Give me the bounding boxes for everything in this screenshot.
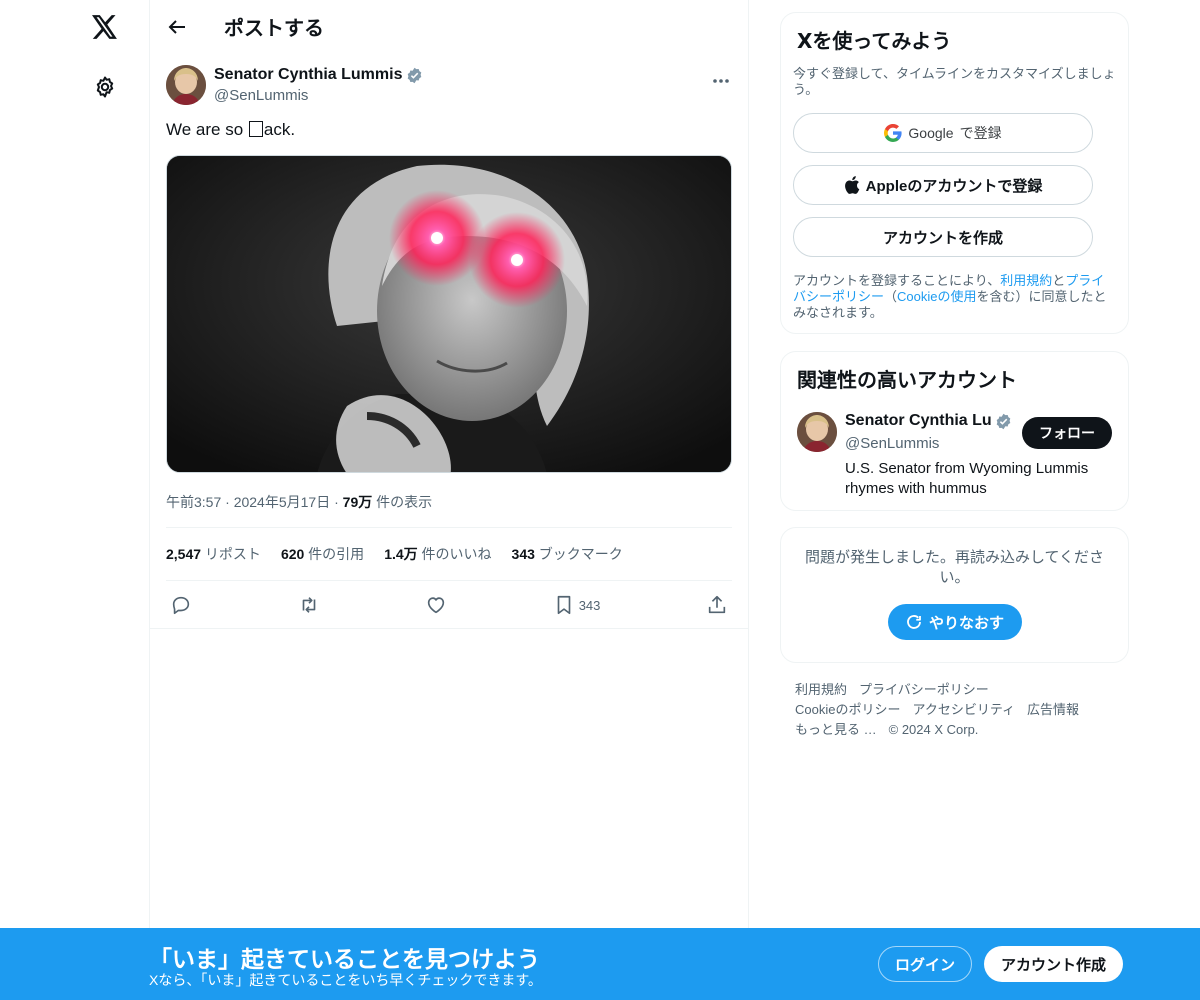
author-name-text[interactable]: Senator Cynthia Lummis (214, 66, 402, 84)
missing-glyph-icon (248, 121, 263, 137)
legal-text: と (1052, 273, 1066, 288)
signup-legal-text: アカウントを登録することにより、利用規約とプライバシーポリシー（Cookieの使… (793, 273, 1116, 321)
views-label: 件の表示 (372, 494, 433, 510)
likes-count: 1.4万 (384, 546, 418, 562)
main-header: ポストする (150, 0, 748, 53)
tweet-stats: 2,547 リポスト 620 件の引用 1.4万 件のいいね 343 ブックマー… (166, 527, 732, 581)
bookmarks-label: ブックマーク (534, 546, 623, 562)
bookmarks-count: 343 (511, 546, 535, 562)
create-account-label: アカウントを作成 (882, 229, 1003, 247)
meta-separator: · (334, 494, 339, 510)
share-button[interactable] (706, 594, 728, 616)
google-signup-button[interactable]: Google で登録 (793, 113, 1093, 153)
follow-button[interactable]: フォロー (1022, 417, 1112, 449)
reposts-label: リポスト (201, 546, 261, 562)
divider (150, 628, 748, 629)
footer-accessibility-link[interactable]: アクセシビリティ (912, 702, 1015, 717)
apple-signup-button[interactable]: Appleのアカウントで登録 (793, 165, 1093, 205)
footer-more-link[interactable]: もっと見る … (795, 722, 877, 737)
likes-stat[interactable]: 1.4万 件のいいね (384, 544, 491, 564)
reply-icon (172, 596, 190, 615)
footer-terms-link[interactable]: 利用規約 (795, 682, 847, 697)
tweet-text: We are so ack. (166, 120, 295, 140)
tweet-date[interactable]: 2024年5月17日 (234, 494, 331, 510)
views-count: 79万 (342, 494, 373, 510)
bookmark-icon (557, 595, 571, 615)
tweet-text-part-2: ack. (263, 120, 296, 139)
bottom-bar-title: 「いま」起きていることを見つけよう (149, 947, 540, 973)
quotes-label: 件の引用 (304, 546, 365, 562)
related-account-bio: U.S. Senator from Wyoming Lummis rhymes … (845, 460, 1089, 497)
main-column: ポストする Senator Cynthia Lummis @SenLummis … (149, 0, 749, 1000)
bookmark-button[interactable]: 343 (553, 594, 601, 616)
tweet-actions: 343 (166, 588, 732, 622)
reply-button[interactable] (170, 594, 192, 616)
left-nav (0, 0, 149, 1000)
bottom-bar-subtitle: Xなら、「いま」起きていることをいち早くチェックできます。 (149, 972, 542, 988)
footer-cookie-link[interactable]: Cookieのポリシー (795, 702, 900, 717)
legal-text: アカウントを登録することにより、 (793, 273, 1001, 288)
signup-card: Xを使ってみよう 今すぐ登録して、タイムラインをカスタマイズしましょう。 Goo… (780, 12, 1129, 334)
google-signup-label: で登録 (959, 125, 1002, 141)
google-brand: Google (908, 125, 954, 141)
apple-logo-icon (844, 176, 859, 194)
copyright: © 2024 X Corp. (888, 722, 979, 737)
apple-signup-label: Appleのアカウントで登録 (865, 177, 1043, 195)
signup-title: Xを使ってみよう (797, 29, 952, 53)
more-options-icon[interactable] (710, 71, 732, 91)
settings-gear-icon[interactable] (91, 73, 119, 101)
bookmarks-stat[interactable]: 343 ブックマーク (512, 544, 623, 564)
footer-links: 利用規約 プライバシーポリシー Cookieのポリシー アクセシビリティ 広告情報 も… (795, 680, 1115, 740)
quotes-count: 620 (280, 546, 305, 562)
related-account-name[interactable]: Senator Cynthia Lummis (845, 412, 1015, 430)
refresh-icon (907, 615, 921, 629)
error-message: 問題が発生しました。再読み込みしてください。 (804, 549, 1105, 586)
related-accounts-card: 関連性の高いアカウント Senator Cynthia Lummis @SenL… (780, 351, 1129, 511)
repost-button[interactable] (298, 594, 320, 616)
legal-text: （ (884, 289, 898, 304)
meta-separator: · (225, 494, 230, 510)
heart-icon (427, 597, 445, 614)
retry-label: やりなおす (928, 614, 1004, 632)
tweet-text-part-1: We are so (166, 120, 248, 139)
tweet-image[interactable] (166, 155, 732, 473)
reposts-stat[interactable]: 2,547 リポスト (166, 544, 261, 564)
cookie-link[interactable]: Cookieの使用 (897, 289, 976, 304)
avatar[interactable] (797, 412, 837, 452)
related-name-text[interactable]: Senator Cynthia Lummis (845, 412, 991, 430)
repost-icon (302, 597, 315, 613)
bookmark-count: 343 (578, 597, 601, 613)
footer-privacy-link[interactable]: プライバシーポリシー (859, 682, 989, 697)
retry-button[interactable]: やりなおす (887, 604, 1022, 640)
back-arrow-icon[interactable] (166, 16, 188, 38)
footer-ads-link[interactable]: 広告情報 (1027, 702, 1079, 717)
error-card: 問題が発生しました。再読み込みしてください。 やりなおす (780, 527, 1129, 663)
author-name[interactable]: Senator Cynthia Lummis (214, 66, 423, 84)
bottom-signup-bar: 「いま」起きていることを見つけよう Xなら、「いま」起きていることをいち早くチェ… (0, 928, 1200, 1000)
author-handle[interactable]: @SenLummis (214, 87, 308, 104)
create-account-button[interactable]: アカウントを作成 (793, 217, 1093, 257)
share-icon (708, 595, 726, 614)
tweet-meta: 午前3:57 · 2024年5月17日 · 79万 件の表示 (166, 492, 432, 512)
terms-link[interactable]: 利用規約 (1000, 273, 1052, 288)
login-button[interactable]: ログイン (878, 946, 972, 982)
quotes-stat[interactable]: 620 件の引用 (281, 544, 364, 564)
related-title: 関連性の高いアカウント (797, 368, 1017, 392)
x-logo-icon[interactable] (90, 12, 120, 42)
verified-badge-icon (408, 67, 422, 83)
avatar[interactable] (166, 65, 206, 105)
tweet-author: Senator Cynthia Lummis @SenLummis (166, 65, 732, 107)
verified-badge-icon (996, 413, 1011, 429)
google-logo-icon (884, 124, 903, 142)
signup-button[interactable]: アカウント作成 (984, 946, 1123, 982)
reposts-count: 2,547 (166, 546, 202, 562)
like-button[interactable] (425, 594, 447, 616)
related-account-handle[interactable]: @SenLummis (845, 435, 939, 452)
likes-label: 件のいいね (417, 546, 492, 562)
tweet-time[interactable]: 午前3:57 (166, 494, 221, 510)
page-title: ポストする (224, 16, 324, 40)
signup-subtitle: 今すぐ登録して、タイムラインをカスタマイズしましょう。 (793, 66, 1116, 97)
